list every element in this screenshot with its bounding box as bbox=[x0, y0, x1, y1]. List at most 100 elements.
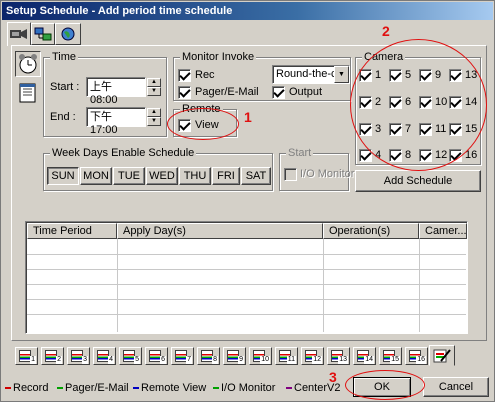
col-operations[interactable]: Operation(s) bbox=[323, 223, 419, 239]
camera-tab-1[interactable]: 1 bbox=[15, 347, 38, 365]
rec-label: Rec bbox=[195, 69, 215, 81]
chevron-down-icon: ▼ bbox=[334, 66, 349, 83]
day-thu-button[interactable]: THU bbox=[179, 167, 211, 185]
output-label: Output bbox=[289, 86, 323, 98]
schedule-table[interactable]: Time Period Apply Day(s) Operation(s) Ca… bbox=[25, 221, 468, 334]
legend-swatch bbox=[213, 387, 219, 390]
monitor-invoke-group: Monitor Invoke Rec Pager/E-Mail Round-th… bbox=[173, 51, 351, 101]
camera-10-checkbox[interactable] bbox=[419, 96, 432, 109]
day-sat-button[interactable]: SAT bbox=[241, 167, 271, 185]
tab-globe[interactable] bbox=[55, 23, 81, 45]
camera-11-label: 11 bbox=[435, 123, 447, 135]
camera-9-label: 9 bbox=[435, 69, 442, 81]
end-label: End : bbox=[50, 111, 76, 123]
camera-tab-13[interactable]: 13 bbox=[327, 347, 350, 365]
notepad-icon bbox=[19, 83, 36, 103]
camera-14-checkbox[interactable] bbox=[449, 96, 462, 109]
monitor-mode-select[interactable]: Round-the-clo ▼ bbox=[272, 65, 350, 84]
legend-item: Remote View bbox=[133, 381, 206, 395]
io-monitor-checkbox[interactable] bbox=[284, 168, 297, 181]
day-mon-button[interactable]: MON bbox=[80, 167, 112, 185]
network-icon bbox=[34, 27, 52, 41]
alarm-clock-button[interactable] bbox=[15, 51, 41, 77]
camera-9-checkbox[interactable] bbox=[419, 69, 432, 82]
tab-edit-all[interactable] bbox=[429, 345, 455, 366]
camera-tab-15[interactable]: 15 bbox=[379, 347, 402, 365]
remote-view-label: View bbox=[195, 119, 219, 131]
io-monitor-label: I/O Monitor bbox=[300, 168, 355, 180]
camera-1-checkbox[interactable] bbox=[359, 69, 372, 82]
legend-swatch bbox=[57, 387, 63, 390]
camera-tab-number: 6 bbox=[160, 356, 166, 364]
cancel-button[interactable]: Cancel bbox=[423, 377, 489, 397]
camera-13-label: 13 bbox=[465, 69, 478, 81]
camera-15-label: 15 bbox=[465, 123, 478, 135]
camera-tab-9[interactable]: 9 bbox=[223, 347, 246, 365]
camera-tab-10[interactable]: 10 bbox=[249, 347, 272, 365]
day-tue-button[interactable]: TUE bbox=[113, 167, 145, 185]
camera-16-label: 16 bbox=[465, 149, 478, 161]
camera-5-checkbox[interactable] bbox=[389, 69, 402, 82]
tab-network[interactable] bbox=[31, 23, 55, 45]
camera-tab-11[interactable]: 11 bbox=[275, 347, 298, 365]
camera-12-checkbox[interactable] bbox=[419, 149, 432, 162]
camera-tab-12[interactable]: 12 bbox=[301, 347, 324, 365]
weekdays-group: Week Days Enable Schedule SUN MON TUE WE… bbox=[43, 147, 273, 191]
camera-tab-number: 13 bbox=[338, 356, 348, 364]
camera-12-label: 12 bbox=[435, 149, 448, 161]
legend-item: Pager/E-Mail bbox=[57, 381, 129, 395]
camera-16-checkbox[interactable] bbox=[449, 149, 462, 162]
day-wed-button[interactable]: WED bbox=[146, 167, 178, 185]
camera-tab-number: 9 bbox=[238, 356, 244, 364]
camera-tab-14[interactable]: 14 bbox=[353, 347, 376, 365]
tab-camera-dvr[interactable] bbox=[7, 22, 31, 46]
legend-label: Record bbox=[13, 382, 49, 394]
start-time-input[interactable]: 上午 08:00 bbox=[86, 77, 146, 106]
camera-tab-2[interactable]: 2 bbox=[41, 347, 64, 365]
camera-tab-4[interactable]: 4 bbox=[93, 347, 116, 365]
camera-tab-number: 5 bbox=[134, 356, 140, 364]
day-sun-button[interactable]: SUN bbox=[47, 167, 79, 185]
camera-3-checkbox[interactable] bbox=[359, 123, 372, 136]
camera-7-checkbox[interactable] bbox=[389, 123, 402, 136]
camera-tab-6[interactable]: 6 bbox=[145, 347, 168, 365]
camera-tab-5[interactable]: 5 bbox=[119, 347, 142, 365]
camera-tab-3[interactable]: 3 bbox=[67, 347, 90, 365]
rec-checkbox[interactable] bbox=[178, 69, 191, 82]
day-fri-button[interactable]: FRI bbox=[212, 167, 240, 185]
end-time-spinner[interactable]: ▲ ▼ bbox=[147, 108, 161, 126]
camera-tab-7[interactable]: 7 bbox=[171, 347, 194, 365]
camera-5-label: 5 bbox=[405, 69, 412, 81]
camera-15-checkbox[interactable] bbox=[449, 123, 462, 136]
output-checkbox[interactable] bbox=[272, 86, 285, 99]
legend-swatch bbox=[5, 387, 11, 390]
col-camera[interactable]: Camer... bbox=[419, 223, 467, 239]
notepad-button[interactable] bbox=[15, 81, 41, 107]
camera-4-checkbox[interactable] bbox=[359, 149, 372, 162]
camera-8-checkbox[interactable] bbox=[389, 149, 402, 162]
pager-email-checkbox[interactable] bbox=[178, 86, 191, 99]
add-schedule-button[interactable]: Add Schedule bbox=[355, 170, 481, 192]
camera-tab-8[interactable]: 8 bbox=[197, 347, 220, 365]
alarm-clock-icon bbox=[19, 54, 37, 74]
camera-6-checkbox[interactable] bbox=[389, 96, 402, 109]
remote-view-checkbox[interactable] bbox=[178, 119, 191, 132]
camera-tab-16[interactable]: 16 bbox=[405, 347, 428, 365]
camera-tab-number: 8 bbox=[212, 356, 218, 364]
col-time-period[interactable]: Time Period bbox=[27, 223, 117, 239]
camera-tab-number: 16 bbox=[416, 356, 426, 364]
pager-email-label: Pager/E-Mail bbox=[195, 86, 259, 98]
time-group-title: Time bbox=[50, 51, 79, 63]
annotation-number-1: 1 bbox=[244, 109, 252, 125]
ok-button[interactable]: OK bbox=[353, 377, 411, 397]
col-apply-days[interactable]: Apply Day(s) bbox=[117, 223, 323, 239]
pencil-icon bbox=[433, 349, 451, 363]
window-title: Setup Schedule - Add period time schedul… bbox=[2, 2, 493, 20]
camera-tab-number: 1 bbox=[30, 356, 36, 364]
camera-13-checkbox[interactable] bbox=[449, 69, 462, 82]
camera-tab-number: 11 bbox=[286, 356, 296, 364]
camera-2-checkbox[interactable] bbox=[359, 96, 372, 109]
end-time-input[interactable]: 下午 17:00 bbox=[86, 107, 146, 136]
camera-11-checkbox[interactable] bbox=[419, 123, 432, 136]
start-time-spinner[interactable]: ▲ ▼ bbox=[147, 78, 161, 96]
